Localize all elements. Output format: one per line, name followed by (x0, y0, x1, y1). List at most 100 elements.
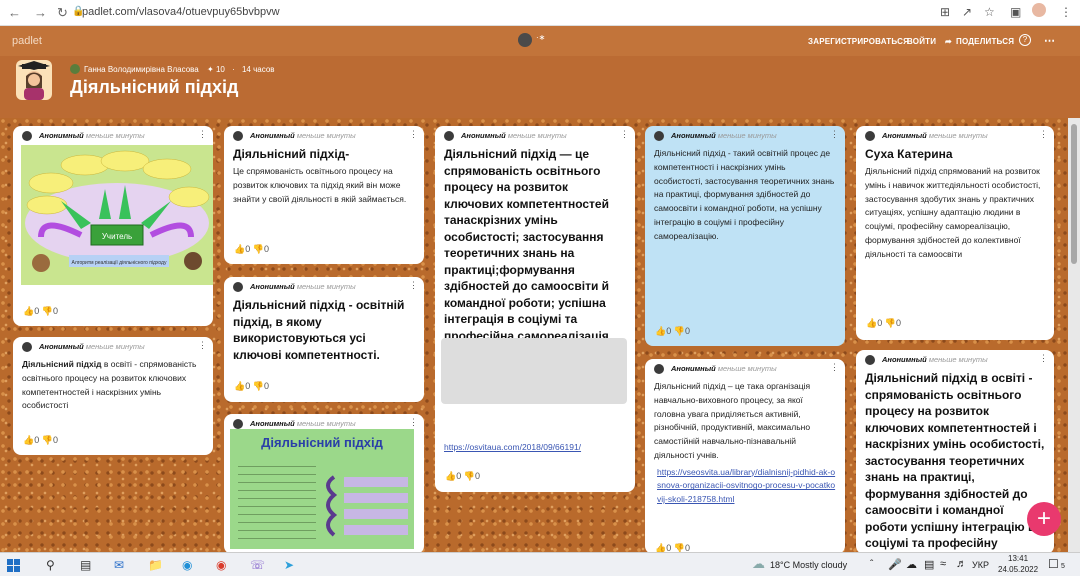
edge-icon[interactable]: ◉ (182, 558, 192, 572)
post-card[interactable]: Анонимный меньше минуты ⋮ Діяльнісний під… (645, 126, 845, 346)
post-menu-icon[interactable]: ⋮ (409, 417, 418, 428)
padlet-topbar: padlet ·∗ ЗАРЕГИСТРИРОВАТЬСЯ ВОЙТИ ➦ ПОД… (0, 26, 1080, 56)
post-reactions[interactable]: 👍0 👎0 (445, 471, 480, 482)
heart-icon: ✦ (207, 65, 214, 74)
post-link[interactable]: https://vseosvita.ua/library/dialnisnij-… (657, 467, 835, 505)
post-reactions[interactable]: 👍0 👎0 (234, 244, 269, 255)
post-title: Діяльнісний підхід- (233, 147, 350, 161)
viber-icon[interactable]: ☏ (250, 558, 265, 572)
post-menu-icon[interactable]: ⋮ (1039, 353, 1048, 364)
post-card[interactable]: Анонимный меньше минуты ⋮ Діяльнісний під… (224, 126, 424, 264)
weather-text[interactable]: 18°C Mostly cloudy (770, 560, 847, 570)
network-icon[interactable]: ▤ (924, 558, 934, 571)
back-icon[interactable]: ← (8, 5, 21, 20)
clock-date[interactable]: 24.05.2022 (998, 565, 1038, 574)
more-menu-icon[interactable]: ⋯ (1044, 34, 1055, 47)
reload-icon[interactable]: ↻ (57, 5, 68, 21)
notification-icon[interactable]: ☐ (1048, 557, 1059, 571)
post-menu-icon[interactable]: ⋮ (198, 340, 207, 351)
post-body: Діяльнісний підхід - такий освітній проц… (654, 148, 835, 241)
post-card[interactable]: Анонимный меньше минуты ⋮ Діяльнісний під… (13, 337, 213, 455)
page-title: Діяльнісний підхід (70, 77, 239, 97)
search-icon[interactable]: ⚲ (46, 558, 55, 572)
post-card[interactable]: Анонимный меньше минуты ⋮ Діяльнісний під… (224, 414, 424, 554)
post-menu-icon[interactable]: ⋮ (198, 129, 207, 140)
post-reactions[interactable]: 👍0 👎0 (23, 306, 58, 317)
post-image[interactable]: Діяльнісний підхід (230, 429, 414, 549)
post-card[interactable]: Анонимный меньше минуты ⋮ Діяльнісний під… (856, 350, 1054, 554)
post-menu-icon[interactable]: ⋮ (1039, 129, 1048, 140)
forward-icon[interactable]: → (34, 5, 47, 20)
post-body: Діяльнісний підхід в освіті - спрямовані… (22, 359, 197, 411)
wall-logo-icon (518, 33, 532, 47)
language-indicator[interactable]: УКР (972, 560, 989, 570)
image-title: Учитель (102, 232, 132, 241)
install-icon[interactable]: ⊞ (940, 5, 950, 19)
wifi-icon[interactable]: ≈ (940, 558, 946, 570)
folder-icon[interactable]: 📁 (148, 558, 163, 572)
sparkle-icon: ·∗ (536, 33, 546, 42)
post-body: Діяльнісний підхід - освітній підхід, в … (233, 298, 405, 362)
volume-icon[interactable]: ♬ (956, 558, 967, 570)
post-time: меньше минуты (85, 131, 145, 140)
post-reactions[interactable]: 👍0 👎0 (23, 435, 58, 446)
post-body: Діяльнісний підхід — це спрямованість ос… (444, 147, 613, 344)
teacher-avatar (16, 60, 52, 100)
post-menu-icon[interactable]: ⋮ (830, 362, 839, 373)
post-menu-icon[interactable]: ⋮ (409, 280, 418, 291)
post-card[interactable]: Анонимный меньше минуты ⋮ Діяльнісний під… (224, 277, 424, 402)
author-name[interactable]: Ганна Володимирівна Власова (84, 65, 199, 74)
profile-avatar[interactable] (1032, 3, 1046, 17)
post-reactions[interactable]: 👍0 👎0 (655, 326, 690, 337)
image-caption: Алгоритм реалізації діяльнісного підходу (72, 260, 167, 266)
mic-icon[interactable]: 🎤 (888, 558, 902, 571)
post-menu-icon[interactable]: ⋮ (620, 129, 629, 140)
wall-meta: Ганна Володимирівна Власова ✦ 10 · 14 ча… (84, 65, 275, 74)
sidebar-icon[interactable]: ▣ (1010, 5, 1021, 19)
likes-count: 10 (215, 65, 225, 74)
cloud-icon: ☁ (752, 556, 765, 571)
share-page-icon[interactable]: ↗ (962, 5, 972, 19)
onedrive-icon[interactable]: ☁ (906, 558, 917, 571)
post-card[interactable]: Анонимный меньше минуты ⋮ Діяльнісний під… (435, 126, 635, 492)
task-view-icon[interactable]: ▤ (80, 558, 91, 572)
post-body: Це спрямованість освітнього процесу на р… (233, 166, 407, 204)
telegram-icon[interactable]: ➤ (284, 558, 294, 572)
post-reactions[interactable]: 👍0 👎0 (234, 381, 269, 392)
share-button[interactable]: ПОДЕЛИТЬСЯ (956, 37, 1014, 46)
post-title: Суха Катерина (865, 147, 953, 161)
wall-age: 14 часов (241, 65, 275, 74)
post-image[interactable]: Учитель Алгоритм реалізації діяльнісного… (21, 145, 213, 285)
share-arrow-icon: ➦ (945, 37, 952, 46)
post-author: Анонимный (39, 131, 84, 140)
padlet-logo[interactable]: padlet (12, 35, 42, 47)
link-preview[interactable] (441, 338, 627, 404)
post-body: Діяльнісний підхід в освіті - спрямовані… (865, 371, 1045, 554)
browser-menu-icon[interactable]: ⋮ (1060, 5, 1072, 19)
post-link[interactable]: https://osvitaua.com/2018/09/66191/ (444, 442, 581, 452)
image-title: Діяльнісний підхід (261, 435, 383, 450)
post-card[interactable]: Анонимный меньше минуты ⋮ Суха Катерина Д… (856, 126, 1054, 340)
mail-icon[interactable]: ✉ (114, 558, 124, 572)
taskbar: ⚲ ▤ ✉ 📁 ◉ ◉ ☏ ➤ ☁ 18°C Mostly cloudy ˆ 🎤… (0, 552, 1080, 576)
clock-time[interactable]: 13:41 (1008, 554, 1028, 563)
windows-start-icon[interactable] (7, 559, 20, 572)
address-bar[interactable]: padlet.com/vlasova4/otuevpuy65bvbpvw (82, 6, 280, 18)
post-menu-icon[interactable]: ⋮ (409, 129, 418, 140)
post-card[interactable]: Анонимный меньше минуты ⋮ Учитель Алгорит… (13, 126, 213, 326)
notification-count: 5 (1061, 563, 1065, 570)
scrollbar[interactable] (1068, 118, 1080, 552)
browser-toolbar: ← → ↻ 🔒 padlet.com/vlasova4/otuevpuy65bv… (0, 0, 1080, 26)
add-post-button[interactable]: + (1027, 502, 1061, 536)
post-reactions[interactable]: 👍0 👎0 (866, 318, 901, 329)
post-menu-icon[interactable]: ⋮ (830, 129, 839, 140)
post-body: Діяльнісний підхід спрямований на розвит… (865, 166, 1041, 259)
post-card[interactable]: Анонимный меньше минуты ⋮ Діяльнісний під… (645, 359, 845, 554)
help-icon[interactable]: ? (1019, 34, 1031, 46)
post-link-wrap: https://osvitaua.com/2018/09/66191/ (435, 438, 590, 455)
chrome-icon[interactable]: ◉ (216, 558, 226, 572)
register-button[interactable]: ЗАРЕГИСТРИРОВАТЬСЯ (808, 37, 909, 46)
tray-icons[interactable]: ˆ (870, 559, 873, 570)
login-button[interactable]: ВОЙТИ (907, 37, 936, 46)
bookmark-star-icon[interactable]: ☆ (984, 5, 995, 19)
